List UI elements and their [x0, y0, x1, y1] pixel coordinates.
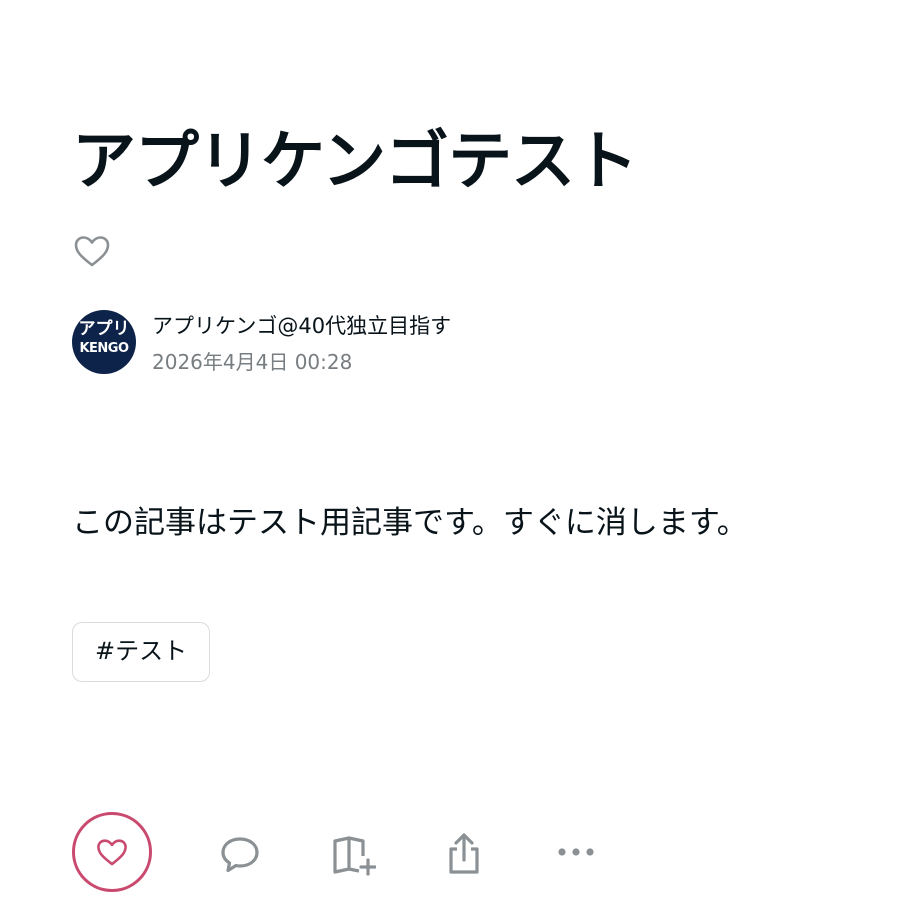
more-dots-icon	[558, 848, 594, 856]
avatar[interactable]: アプリ KENGO	[72, 310, 136, 374]
comment-bubble-icon	[221, 837, 259, 873]
article-body: この記事はテスト用記事です。すぐに消します。	[72, 505, 748, 541]
share-icon	[449, 833, 479, 874]
article-title: アプリケンゴテスト	[72, 125, 638, 199]
comment-button[interactable]	[218, 832, 262, 876]
heart-outline-icon	[74, 236, 110, 267]
share-button[interactable]	[442, 832, 486, 876]
like-button-top[interactable]	[72, 232, 112, 272]
action-bar	[72, 812, 612, 892]
heart-icon	[97, 839, 127, 866]
avatar-text-line2: KENGO	[79, 341, 129, 356]
author-name[interactable]: アプリケンゴ@40代独立目指す	[152, 312, 451, 340]
post-date: 2026年4月4日 00:28	[152, 350, 353, 374]
more-button[interactable]	[554, 832, 598, 876]
book-add-icon	[333, 836, 376, 876]
like-button[interactable]	[72, 812, 152, 892]
tag-chip[interactable]: #テスト	[72, 622, 211, 682]
magazine-add-button[interactable]	[332, 832, 376, 876]
avatar-text-line1: アプリ	[78, 319, 130, 339]
